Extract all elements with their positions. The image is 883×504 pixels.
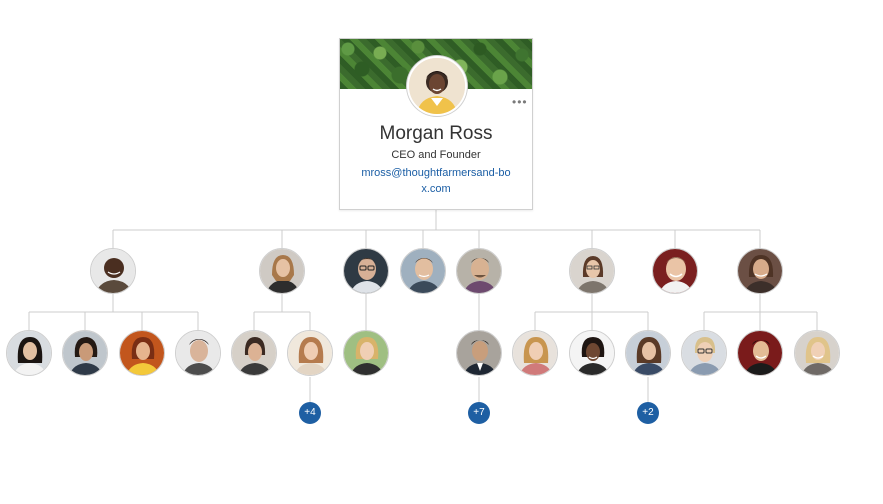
direct-report-avatar[interactable] [259,248,305,294]
team-member-avatar[interactable] [625,330,671,376]
ceo-profile-card[interactable]: ••• Morgan Ross CEO and Founder mross@th… [339,38,533,210]
ceo-job-title: CEO and Founder [391,149,481,161]
team-member-avatar[interactable] [794,330,840,376]
direct-report-avatar[interactable] [456,248,502,294]
direct-report-avatar[interactable] [569,248,615,294]
ceo-email-link[interactable]: mross@thoughtfarmersand-box.com [358,165,514,197]
team-member-avatar[interactable] [62,330,108,376]
direct-report-avatar[interactable] [343,248,389,294]
more-horizontal-icon[interactable]: ••• [512,96,528,108]
more-members-badge[interactable]: +7 [468,402,490,424]
team-member-avatar[interactable] [681,330,727,376]
team-member-avatar[interactable] [512,330,558,376]
team-member-avatar[interactable] [287,330,333,376]
team-member-avatar[interactable] [456,330,502,376]
ceo-name: Morgan Ross [379,123,493,144]
ceo-avatar[interactable] [407,56,467,116]
team-member-avatar[interactable] [343,330,389,376]
direct-report-avatar[interactable] [90,248,136,294]
team-member-avatar[interactable] [175,330,221,376]
team-member-avatar[interactable] [6,330,52,376]
team-member-avatar[interactable] [119,330,165,376]
team-member-avatar[interactable] [737,330,783,376]
direct-report-avatar[interactable] [652,248,698,294]
direct-report-avatar[interactable] [737,248,783,294]
direct-report-avatar[interactable] [400,248,446,294]
team-member-avatar[interactable] [569,330,615,376]
more-members-badge[interactable]: +2 [637,402,659,424]
team-member-avatar[interactable] [231,330,277,376]
more-members-badge[interactable]: +4 [299,402,321,424]
